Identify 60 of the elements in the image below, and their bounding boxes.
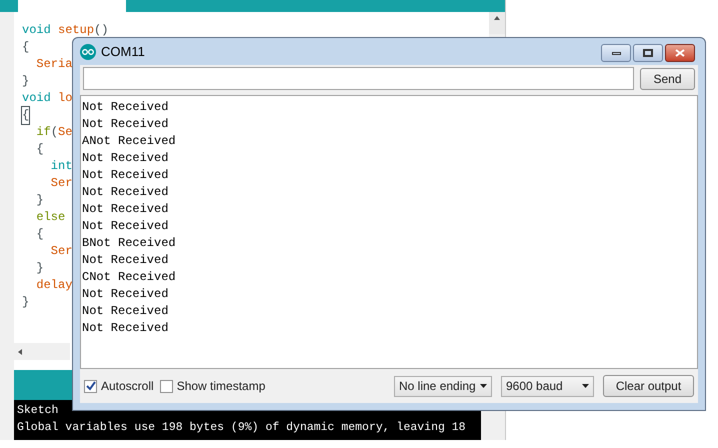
output-line: CNot Received [82, 269, 177, 286]
send-button[interactable]: Send [640, 68, 695, 90]
code-text: { [22, 107, 30, 124]
code-text: void [22, 90, 51, 107]
dropdown[interactable]: No line ending [394, 376, 492, 396]
code-text: delay [35, 277, 72, 294]
output-line: Not Received [82, 116, 170, 133]
code-text: } [35, 192, 44, 209]
code-text: Ser [50, 175, 72, 192]
dropdown[interactable]: 9600 baud [501, 376, 594, 396]
code-text: } [22, 73, 30, 90]
output-line: Not Received [82, 167, 170, 184]
code-text: { [35, 226, 44, 243]
window-title: COM11 [101, 42, 145, 61]
output-line: Not Received [82, 218, 170, 235]
code-text: void [22, 22, 51, 39]
console-text: Sketch [17, 404, 58, 417]
code-text: if [35, 124, 51, 141]
send-input-field[interactable] [83, 67, 634, 90]
horizontal-scrollbar[interactable] [14, 343, 70, 360]
checkbox[interactable] [160, 380, 173, 392]
output-line: Not Received [82, 201, 170, 218]
caret-icon [582, 384, 589, 388]
output-line: Not Received [82, 252, 170, 269]
left-arrow-icon [18, 348, 22, 354]
output-line: Not Received [82, 286, 170, 303]
output-line: Not Received [82, 184, 170, 201]
code-text: { [22, 39, 30, 56]
output-line: Not Received [82, 303, 170, 320]
maximize-button[interactable] [633, 44, 663, 62]
checkbox-label: Autoscroll [101, 378, 154, 395]
code-text: ( [50, 124, 58, 141]
code-text: lo [57, 90, 72, 107]
code-text: else [35, 209, 66, 226]
infinity-logo-icon [80, 44, 96, 60]
output-line: Not Received [82, 150, 170, 167]
caret-icon [480, 384, 487, 388]
code-text: Seria [35, 56, 72, 73]
close-button[interactable] [665, 44, 695, 62]
code-text: { [35, 141, 44, 158]
code-text: int [50, 158, 72, 175]
checkbox[interactable] [84, 380, 97, 392]
code-text: } [35, 260, 44, 277]
code-text: Ser [50, 243, 72, 260]
output-line: Not Received [82, 99, 170, 116]
code-text: () [94, 22, 108, 39]
output-line: BNot Received [82, 235, 177, 252]
check-icon [86, 381, 96, 391]
checkbox-label: Show timestamp [176, 378, 266, 395]
clear-output-button[interactable]: Clear output [603, 375, 694, 397]
up-arrow-icon [494, 16, 500, 20]
console-text: Global variables use 198 bytes (9%) of dynamic memory, leaving 18 [17, 421, 466, 434]
code-text: Se [58, 124, 72, 141]
code-text: setup [57, 22, 94, 39]
close-icon [675, 49, 685, 57]
minimize-button[interactable] [601, 44, 631, 62]
output-line: ANot Received [82, 133, 177, 150]
output-line: Not Received [82, 320, 170, 337]
vertical-scrollbar[interactable] [489, 12, 505, 34]
code-text: } [22, 294, 30, 311]
